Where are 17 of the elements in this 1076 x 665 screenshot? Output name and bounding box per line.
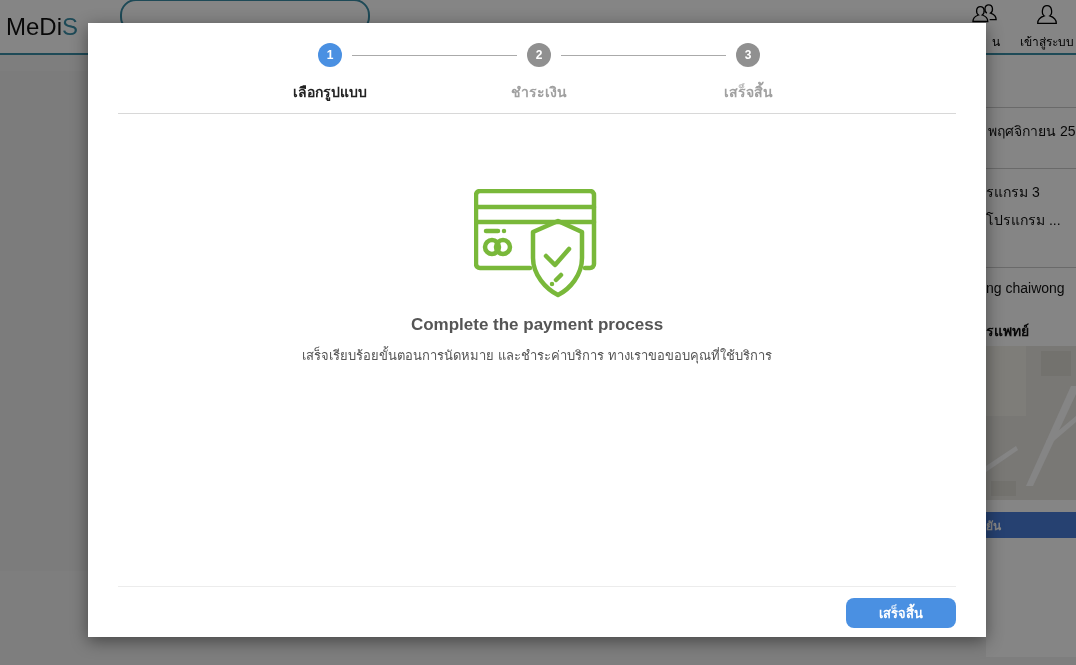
- step-number: 2: [527, 43, 551, 67]
- program-text: รแกรม 3: [986, 183, 1041, 202]
- patient-name: ng chaiwong: [986, 280, 1065, 296]
- nav-label[interactable]: น: [992, 32, 1000, 51]
- step-label: ชำระเงิน: [511, 83, 567, 102]
- step-label: เลือกรูปแบบ: [293, 83, 367, 103]
- section-title: รแพทย์: [986, 322, 1030, 341]
- step-number: 3: [736, 43, 760, 67]
- appointment-date: พฤศจิกายน 25: [988, 123, 1076, 139]
- step-label: เสร็จสิ้น: [723, 81, 773, 103]
- dialog-message: เสร็จเรียบร้อยขั้นตอนการนัดหมาย และชำระค่าบริการ ทางเราขอขอบคุณที่ใช้บริการ: [302, 345, 772, 366]
- finish-button[interactable]: เสร็จสิ้น: [846, 598, 956, 628]
- nav-label[interactable]: เข้าสู่ระบบ: [1020, 32, 1074, 51]
- confirm-button[interactable]: ยัน: [986, 512, 1076, 538]
- dialog-title: Complete the payment process: [410, 315, 664, 335]
- step-number: 1: [318, 43, 342, 67]
- program-text: โปรแกรม ...: [986, 211, 1062, 230]
